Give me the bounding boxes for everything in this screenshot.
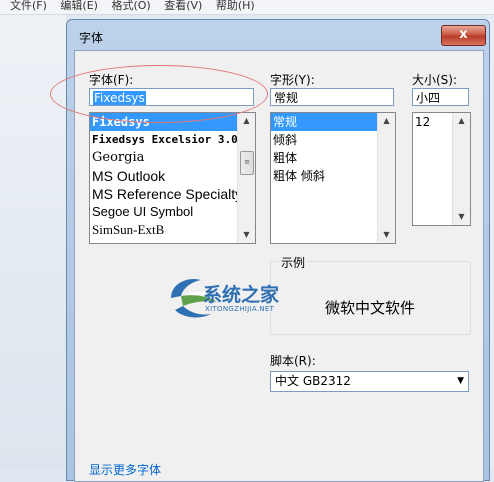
- font-list-item-fixedsys-excelsior[interactable]: Fixedsys Excelsior 3.0: [90, 131, 255, 149]
- font-list-item-simsun-extb[interactable]: SimSun-ExtB: [90, 221, 255, 239]
- menu-format[interactable]: 格式(O): [111, 0, 150, 12]
- chevron-down-icon: ▼: [457, 376, 464, 386]
- style-list-scrollbar[interactable]: ▲ ▼: [377, 113, 395, 243]
- size-list[interactable]: 12 ▲ ▼: [412, 112, 471, 226]
- scroll-up-icon[interactable]: ▲: [453, 113, 470, 129]
- menu-view[interactable]: 查看(V): [164, 0, 202, 12]
- size-list-scrollbar[interactable]: ▲ ▼: [452, 113, 470, 225]
- style-input[interactable]: 常规: [270, 88, 394, 106]
- size-input[interactable]: 小四: [412, 88, 469, 106]
- script-value: 中文 GB2312: [275, 374, 351, 388]
- scroll-up-icon[interactable]: ▲: [378, 113, 395, 129]
- watermark-url: XITONGZHIJIA.NET: [205, 305, 275, 313]
- style-list[interactable]: 常规 倾斜 粗体 粗体 倾斜 ▲ ▼: [270, 112, 396, 244]
- scroll-down-icon[interactable]: ▼: [378, 227, 395, 243]
- script-label: 脚本(R):: [270, 354, 316, 368]
- show-more-fonts-link[interactable]: 显示更多字体: [89, 461, 161, 478]
- menu-help[interactable]: 帮助(H): [216, 0, 255, 12]
- size-label: 大小(S):: [412, 73, 458, 87]
- close-button[interactable]: x: [441, 25, 486, 46]
- menu-edit[interactable]: 编辑(E): [60, 0, 98, 12]
- style-label: 字形(Y):: [270, 73, 315, 87]
- watermark-logo: 系统之家 XITONGZHIJIA.NET: [165, 272, 325, 324]
- menu-bar: 文件(F) 编辑(E) 格式(O) 查看(V) 帮助(H): [0, 0, 494, 15]
- annotation-circle: [50, 65, 268, 123]
- sample-label: 示例: [278, 254, 309, 271]
- close-icon: x: [459, 27, 468, 42]
- font-list[interactable]: Fixedsys Fixedsys Excelsior 3.0 Georgia …: [89, 112, 256, 244]
- font-list-item-segoe-ui-symbol[interactable]: Segoe UI Symbol: [90, 203, 255, 221]
- watermark-brand: 系统之家: [203, 284, 280, 306]
- font-list-item-ms-outlook[interactable]: MS Outlook: [90, 167, 255, 185]
- scroll-down-icon[interactable]: ▼: [238, 227, 255, 243]
- scroll-up-icon[interactable]: ▲: [238, 113, 255, 129]
- sample-text: 微软中文软件: [325, 299, 416, 317]
- scroll-thumb[interactable]: ≡: [240, 151, 254, 175]
- font-list-item-ms-reference-specialty[interactable]: MS Reference Specialty: [90, 185, 255, 203]
- script-combo[interactable]: 中文 GB2312 ▼: [270, 371, 469, 392]
- dialog-title: 字体: [79, 31, 104, 45]
- dialog-titlebar[interactable]: 字体 x: [67, 20, 489, 50]
- menu-file[interactable]: 文件(F): [10, 0, 47, 12]
- scroll-down-icon[interactable]: ▼: [453, 209, 470, 225]
- font-list-item-georgia[interactable]: Georgia: [90, 149, 255, 167]
- font-list-scrollbar[interactable]: ▲ ≡ ▼: [237, 113, 255, 243]
